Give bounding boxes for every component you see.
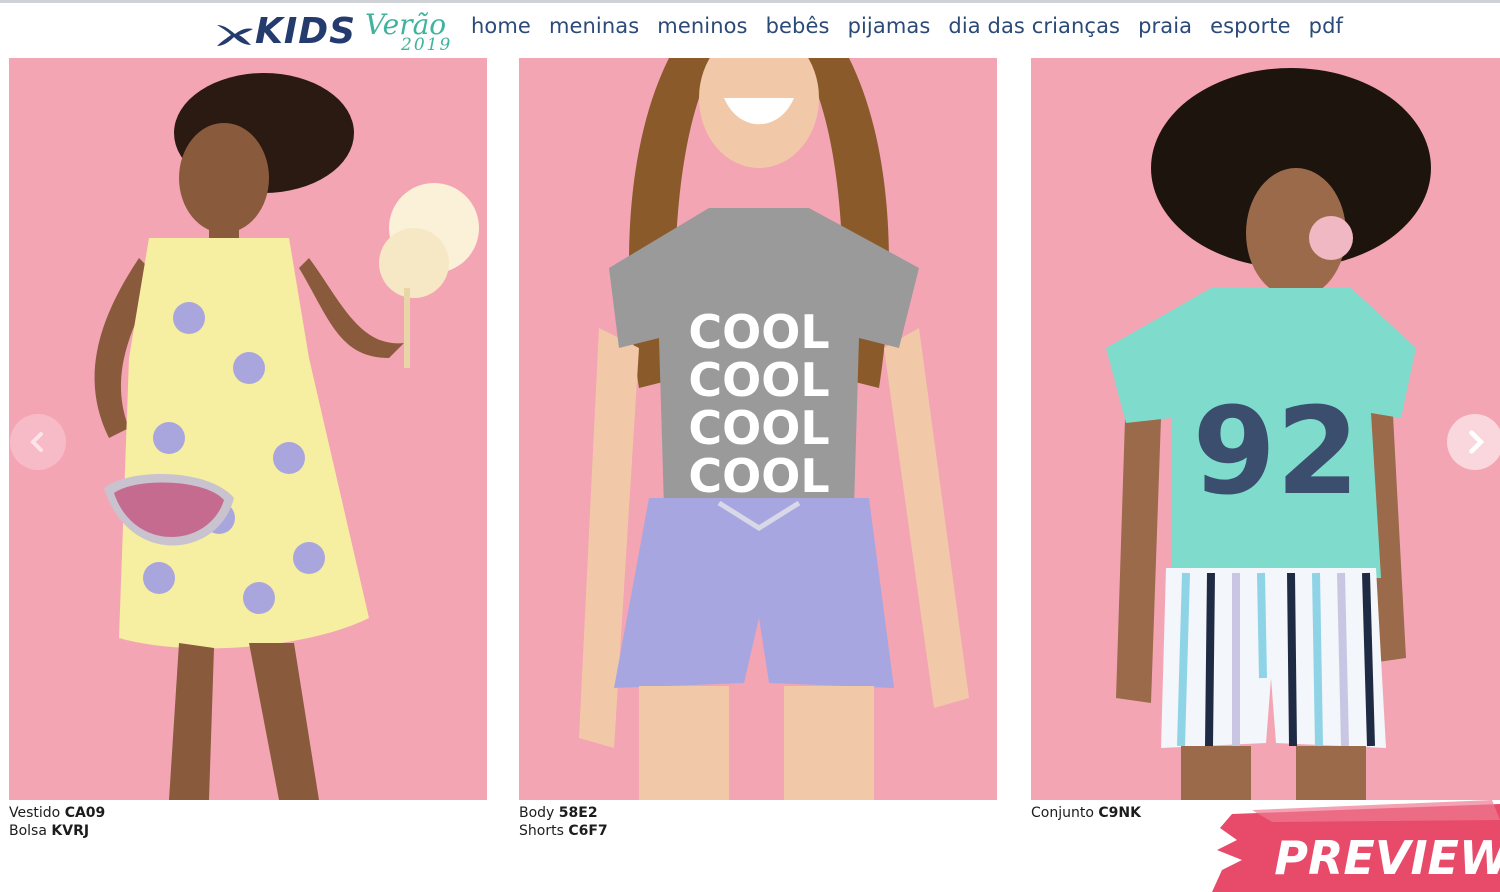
site-header: KIDS Verão 2019 home meninas meninos beb… xyxy=(0,3,1500,58)
product-caption: Vestido CA09 Bolsa KVRJ xyxy=(9,804,487,840)
tshirt-text: COOL xyxy=(688,401,829,455)
nav-esporte[interactable]: esporte xyxy=(1210,14,1291,38)
preview-badge: PREVIEW xyxy=(1212,800,1500,892)
nav-meninos[interactable]: meninos xyxy=(657,14,747,38)
main-nav: home meninas meninos bebês pijamas dia d… xyxy=(471,14,1343,38)
product-code[interactable]: 58E2 xyxy=(559,805,598,821)
product-card: Vestido CA09 Bolsa KVRJ xyxy=(9,58,487,840)
tshirt-text: COOL xyxy=(688,305,829,359)
product-code[interactable]: C6F7 xyxy=(568,823,607,839)
caption-line: Vestido CA09 xyxy=(9,805,106,821)
season-year: 2019 xyxy=(401,35,453,55)
product-code[interactable]: CA09 xyxy=(65,805,106,821)
caption-line: Body 58E2 xyxy=(519,805,598,821)
nav-home[interactable]: home xyxy=(471,14,531,38)
product-photo[interactable]: 92 xyxy=(1031,58,1500,800)
tshirt-text: COOL xyxy=(688,353,829,407)
product-card: COOL COOL COOL COOL Body 58E2 Shorts C6F… xyxy=(519,58,997,840)
nav-pijamas[interactable]: pijamas xyxy=(848,14,931,38)
tshirt-number: 92 xyxy=(1193,383,1360,522)
chevron-left-icon xyxy=(30,432,43,452)
chevron-right-icon xyxy=(1469,430,1485,454)
girl-tshirt-illustration: COOL COOL COOL COOL xyxy=(579,58,969,800)
nav-pdf[interactable]: pdf xyxy=(1309,14,1343,38)
nav-praia[interactable]: praia xyxy=(1138,14,1192,38)
nav-meninas[interactable]: meninas xyxy=(549,14,639,38)
caption-line: Shorts C6F7 xyxy=(519,823,608,839)
girl-dress-illustration xyxy=(94,73,479,800)
carousel-prev-button[interactable] xyxy=(10,414,66,470)
carousel-next-button[interactable] xyxy=(1447,414,1500,470)
product-photo[interactable] xyxy=(9,58,487,800)
nav-dia-das-criancas[interactable]: dia das crianças xyxy=(948,14,1120,38)
fish-icon xyxy=(217,25,253,46)
product-caption: Body 58E2 Shorts C6F7 xyxy=(519,804,997,840)
product-card: 92 Conjunto C9NK xyxy=(1031,58,1500,822)
product-code[interactable]: KVRJ xyxy=(51,823,89,839)
brush-stroke-icon: PREVIEW xyxy=(1212,800,1500,892)
product-code[interactable]: C9NK xyxy=(1098,805,1141,821)
caption-line: Bolsa KVRJ xyxy=(9,823,90,839)
logo-text: KIDS xyxy=(255,11,357,52)
tshirt-text: COOL xyxy=(688,449,829,503)
nav-bebes[interactable]: bebês xyxy=(766,14,830,38)
girl-set-illustration: 92 xyxy=(1106,68,1431,800)
badge-text: PREVIEW xyxy=(1274,831,1500,885)
product-photo[interactable]: COOL COOL COOL COOL xyxy=(519,58,997,800)
